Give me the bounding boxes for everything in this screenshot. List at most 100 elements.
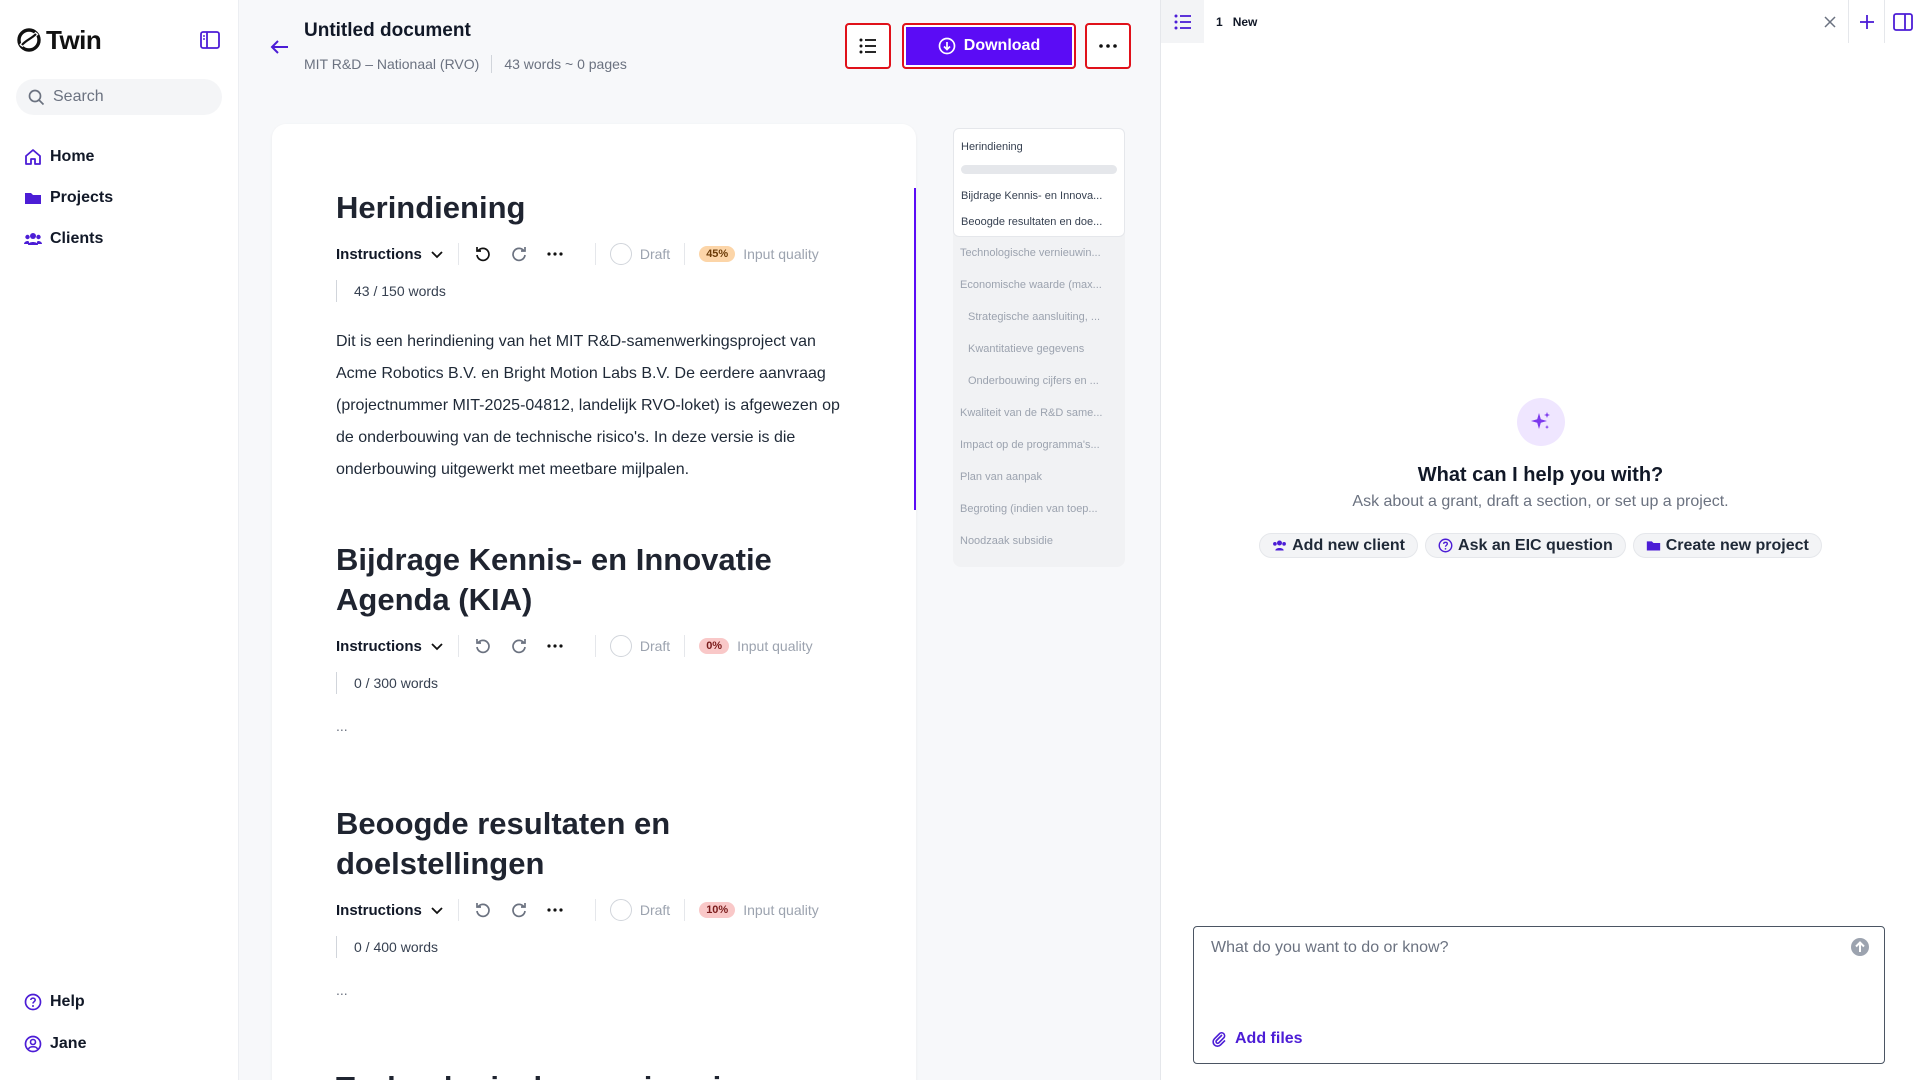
table-of-contents: Herindiening Bijdrage Kennis- en Innova.… [953,128,1125,567]
toc-item[interactable]: Herindiening [961,139,1117,155]
add-new-client-chip[interactable]: Add new client [1259,533,1419,558]
toc-item[interactable]: Noodzaak subsidie [953,525,1125,557]
section-more-button[interactable] [545,900,565,920]
add-files-button[interactable]: Add files [1211,1030,1303,1048]
undo-button[interactable] [473,244,493,264]
editor-area: Untitled document MIT R&D – Nationaal (R… [239,0,1161,1080]
draft-label: Draft [639,246,671,262]
section-toolbar: Instructions Draft 10% Input quality [336,898,856,922]
search-placeholder: Search [53,88,104,105]
sidebar: Twin Search Home Projects Clients Help J… [0,0,239,1080]
instructions-dropdown[interactable]: Instructions [336,638,444,655]
toc-subitem[interactable]: Onderbouwing cijfers en ... [953,365,1125,397]
more-horizontal-icon [547,644,563,648]
nav-item-help[interactable]: Help [24,990,86,1014]
status-circle-icon [609,243,632,265]
toc-item[interactable]: Plan van aanpak [953,461,1125,493]
toc-item[interactable]: Beoogde resultaten en doe... [961,214,1117,230]
toc-item[interactable]: Technologische vernieuwin... [953,237,1125,269]
search-box[interactable]: Search [16,79,222,115]
more-horizontal-icon [547,908,563,912]
input-quality: 0% Input quality [699,638,813,654]
toc-item[interactable]: Economische waarde (max... [953,269,1125,301]
instructions-dropdown[interactable]: Instructions [336,246,444,263]
toc-subitem[interactable]: Kwantitatieve gegevens [953,333,1125,365]
chat-input[interactable] [1211,939,1831,999]
nav-label-clients: Clients [50,230,104,247]
chat-tab-new[interactable]: 1 New [1216,15,1257,29]
redo-button[interactable] [509,900,529,920]
chat-tab-actions [1812,0,1920,43]
twin-logo-icon [17,28,41,52]
toc-progress-bar [961,165,1117,174]
chevron-down-icon [431,643,443,651]
toggle-panel-button[interactable] [1884,0,1920,43]
chat-list-button[interactable] [1161,0,1204,43]
section-more-button[interactable] [545,244,565,264]
chip-label: Create new project [1665,536,1809,554]
draft-status-toggle[interactable]: Draft [609,899,670,921]
word-count: 0 / 400 words [336,936,856,958]
toc-subitem[interactable]: Strategische aansluiting, ... [953,301,1125,333]
undo-icon [475,247,490,262]
redo-button[interactable] [509,636,529,656]
nav-item-projects[interactable]: Projects [24,186,214,210]
app-root: Twin Search Home Projects Clients Help J… [0,0,1920,1080]
home-icon [25,149,41,165]
new-chat-button[interactable] [1848,0,1884,43]
close-icon [1824,15,1836,28]
users-icon [24,233,42,245]
send-icon[interactable] [1850,937,1870,957]
section-heading[interactable]: Bijdrage Kennis- en Innovatie Agenda (KI… [336,540,856,620]
help-icon [24,993,42,1011]
section-body[interactable]: Dit is een herindiening van het MIT R&D-… [336,326,856,486]
document-canvas: Herindiening Instructions Draft 45% Inpu… [272,124,916,1080]
section-heading[interactable]: Herindiening [336,188,856,228]
section-more-button[interactable] [545,636,565,656]
toc-item[interactable]: Begroting (indien van toep... [953,493,1125,525]
redo-button[interactable] [509,244,529,264]
draft-status-toggle[interactable]: Draft [609,635,670,657]
plus-icon [1859,14,1874,29]
undo-button[interactable] [473,636,493,656]
more-options-button[interactable] [1085,23,1131,69]
nav-item-user[interactable]: Jane [24,1032,86,1056]
sidebar-toggle-button[interactable] [198,28,222,52]
toc-item[interactable]: Kwaliteit van de R&D same... [953,397,1125,429]
nav-item-clients[interactable]: Clients [24,227,214,251]
create-new-project-chip[interactable]: Create new project [1632,533,1822,558]
toc-item[interactable]: Bijdrage Kennis- en Innova... [961,188,1117,204]
download-button[interactable]: Download [902,23,1076,69]
back-arrow-icon[interactable] [269,36,291,58]
close-tab-button[interactable] [1812,0,1848,43]
list-icon [859,38,876,54]
instructions-dropdown[interactable]: Instructions [336,902,444,919]
chat-tab-number: 1 [1216,14,1223,29]
download-label: Download [963,37,1041,54]
input-quality: 45% Input quality [699,246,819,262]
toc-toggle-button[interactable] [845,23,891,69]
quality-label: Input quality [743,246,819,262]
nav-label-home: Home [50,148,95,165]
chat-subheading: Ask about a grant, draft a section, or s… [1352,493,1729,510]
word-count: 0 / 300 words [336,672,856,694]
toc-item[interactable]: Impact op de programma's... [953,429,1125,461]
document-title[interactable]: Untitled document [304,20,471,42]
section-body[interactable]: ... [336,718,856,734]
undo-button[interactable] [473,900,493,920]
document-stats: 43 words ~ 0 pages [504,56,627,72]
nav-item-home[interactable]: Home [24,145,214,169]
draft-status-toggle[interactable]: Draft [609,243,671,265]
chevron-down-icon [431,907,443,915]
section-heading[interactable]: Technologische vernieuwing [336,1068,856,1080]
ask-eic-question-chip[interactable]: Ask an EIC question [1425,533,1626,558]
logo[interactable]: Twin [16,25,102,56]
chat-composer: Add files [1193,926,1885,1064]
section-body[interactable]: ... [336,982,856,998]
document-meta: MIT R&D – Nationaal (RVO) 43 words ~ 0 p… [304,55,627,73]
download-icon [938,37,956,55]
folder-icon [1646,541,1660,551]
section-beoogde-resultaten: Beoogde resultaten en doelstellingen Ins… [336,804,856,998]
more-horizontal-icon [1099,44,1117,48]
section-heading[interactable]: Beoogde resultaten en doelstellingen [336,804,856,884]
